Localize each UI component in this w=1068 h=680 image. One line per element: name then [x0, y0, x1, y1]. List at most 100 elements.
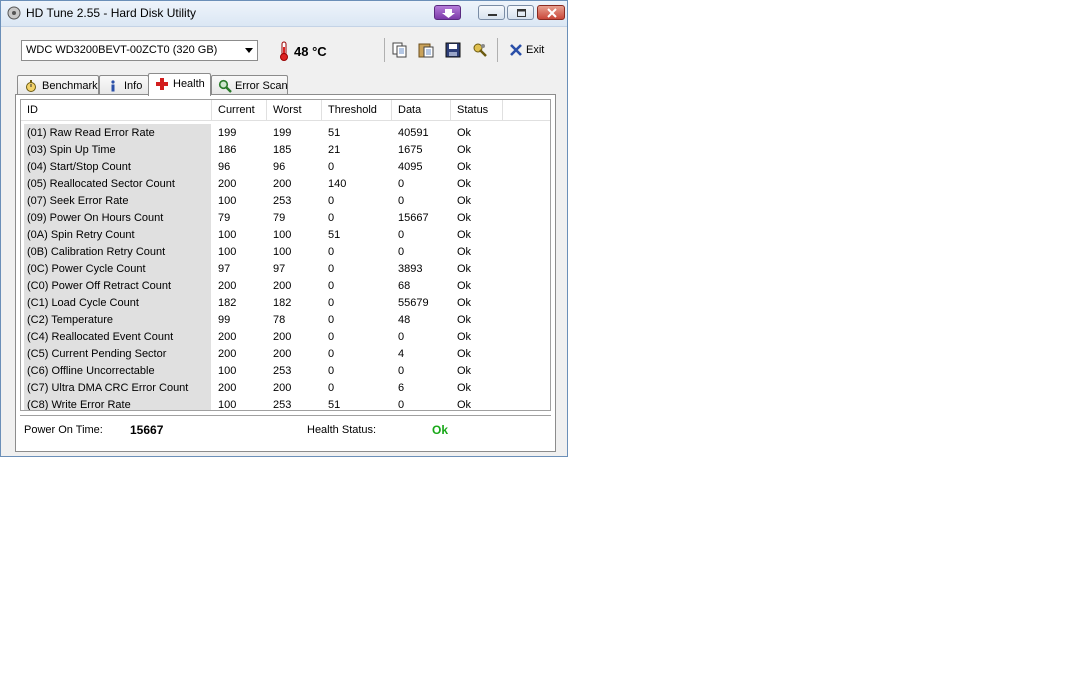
- temperature-readout: 48 °C: [294, 44, 327, 59]
- smart-table[interactable]: ID Current Worst Threshold Data Status (…: [20, 99, 551, 411]
- cell-id: (07) Seek Error Rate: [27, 195, 129, 207]
- cell-threshold: 0: [328, 314, 335, 326]
- column-header-threshold[interactable]: Threshold: [322, 100, 392, 120]
- table-row[interactable]: (03) Spin Up Time 186 185 21 1675 Ok: [21, 142, 550, 159]
- table-row[interactable]: (C4) Reallocated Event Count 200 200 0 0 Ok: [21, 329, 550, 346]
- table-row[interactable]: (01) Raw Read Error Rate 199 199 51 40591 Ok: [21, 125, 550, 142]
- table-row[interactable]: (C0) Power Off Retract Count 200 200 0 68 Ok: [21, 278, 550, 295]
- table-row[interactable]: (0A) Spin Retry Count 100 100 51 0 Ok: [21, 227, 550, 244]
- table-row[interactable]: (09) Power On Hours Count 79 79 0 15667 Ok: [21, 210, 550, 227]
- table-row[interactable]: (C6) Offline Uncorrectable 100 253 0 0 Ok: [21, 363, 550, 380]
- cell-data: 4095: [398, 161, 423, 173]
- cell-id: (C1) Load Cycle Count: [27, 297, 139, 309]
- cell-current: 186: [218, 144, 237, 156]
- column-header-current[interactable]: Current: [212, 100, 267, 120]
- exit-x-icon: [510, 44, 522, 56]
- table-row[interactable]: (C2) Temperature 99 78 0 48 Ok: [21, 312, 550, 329]
- cell-current: 200: [218, 348, 237, 360]
- cell-data: 0: [398, 229, 405, 241]
- cell-status: Ok: [457, 297, 472, 309]
- cell-current: 200: [218, 382, 237, 394]
- cell-current: 200: [218, 178, 237, 190]
- thermometer-icon: [280, 41, 288, 61]
- save-icon[interactable]: [444, 41, 462, 59]
- table-row[interactable]: (07) Seek Error Rate 100 253 0 0 Ok: [21, 193, 550, 210]
- cell-worst: 200: [273, 178, 292, 190]
- cell-current: 100: [218, 246, 237, 258]
- column-header-worst[interactable]: Worst: [267, 100, 322, 120]
- cell-worst: 100: [273, 246, 292, 258]
- tab-health[interactable]: Health: [148, 73, 211, 96]
- power-on-time-label: Power On Time:: [24, 424, 103, 436]
- cell-data: 0: [398, 365, 405, 377]
- cell-current: 182: [218, 297, 237, 309]
- cell-data: 15667: [398, 212, 429, 224]
- cell-status: Ok: [457, 382, 472, 394]
- tab-benchmark[interactable]: Benchmark: [17, 75, 99, 95]
- cell-worst: 200: [273, 382, 292, 394]
- tab-error-scan[interactable]: Error Scan: [211, 75, 288, 95]
- cell-id: (01) Raw Read Error Rate: [27, 127, 155, 139]
- paste-icon[interactable]: [417, 41, 435, 59]
- cell-data: 48: [398, 314, 411, 326]
- table-row[interactable]: (C7) Ultra DMA CRC Error Count 200 200 0 6 Ok: [21, 380, 550, 397]
- drive-select[interactable]: WDC WD3200BEVT-00ZCT0 (320 GB): [21, 40, 258, 61]
- table-row[interactable]: (04) Start/Stop Count 96 96 0 4095 Ok: [21, 159, 550, 176]
- cell-id: (C6) Offline Uncorrectable: [27, 365, 155, 377]
- cell-data: 0: [398, 178, 405, 190]
- toolbar-separator: [384, 38, 385, 62]
- cell-status: Ok: [457, 229, 472, 241]
- cell-data: 3893: [398, 263, 423, 275]
- table-row[interactable]: (0C) Power Cycle Count 97 97 0 3893 Ok: [21, 261, 550, 278]
- power-on-time-value: 15667: [130, 423, 164, 437]
- cell-threshold: 0: [328, 297, 335, 309]
- cell-data: 68: [398, 280, 411, 292]
- cell-worst: 199: [273, 127, 292, 139]
- chevron-down-icon[interactable]: [245, 48, 253, 53]
- column-header-status[interactable]: Status: [451, 100, 503, 120]
- table-row[interactable]: (C8) Write Error Rate 100 253 51 0 Ok: [21, 397, 550, 411]
- cell-status: Ok: [457, 399, 472, 411]
- cell-current: 200: [218, 331, 237, 343]
- close-button[interactable]: [537, 5, 565, 20]
- minimize-icon: [488, 14, 497, 16]
- tab-info[interactable]: Info: [99, 75, 149, 95]
- cell-status: Ok: [457, 127, 472, 139]
- cell-threshold: 0: [328, 348, 335, 360]
- close-icon: [547, 8, 557, 18]
- cell-status: Ok: [457, 331, 472, 343]
- maximize-icon: [517, 9, 526, 17]
- cell-worst: 200: [273, 331, 292, 343]
- cell-current: 100: [218, 399, 237, 411]
- cell-status: Ok: [457, 178, 472, 190]
- cell-status: Ok: [457, 246, 472, 258]
- minimize-button[interactable]: [478, 5, 505, 20]
- cell-id: (C8) Write Error Rate: [27, 399, 131, 411]
- cell-data: 0: [398, 246, 405, 258]
- cell-threshold: 140: [328, 178, 347, 190]
- column-header-data[interactable]: Data: [392, 100, 451, 120]
- download-button[interactable]: [434, 5, 461, 20]
- cell-current: 96: [218, 161, 231, 173]
- cell-worst: 185: [273, 144, 292, 156]
- cell-current: 97: [218, 263, 231, 275]
- cell-data: 0: [398, 195, 405, 207]
- cell-id: (04) Start/Stop Count: [27, 161, 131, 173]
- cell-id: (05) Reallocated Sector Count: [27, 178, 175, 190]
- cell-id: (C0) Power Off Retract Count: [27, 280, 172, 292]
- column-header-id[interactable]: ID: [21, 100, 212, 120]
- maximize-button[interactable]: [507, 5, 534, 20]
- cell-status: Ok: [457, 212, 472, 224]
- table-row[interactable]: (C5) Current Pending Sector 200 200 0 4 Ok: [21, 346, 550, 363]
- cell-data: 1675: [398, 144, 423, 156]
- app-icon: [7, 6, 21, 20]
- cell-worst: 78: [273, 314, 286, 326]
- copy-icon[interactable]: [391, 41, 409, 59]
- cell-current: 79: [218, 212, 231, 224]
- options-icon[interactable]: [471, 41, 489, 59]
- table-row[interactable]: (C1) Load Cycle Count 182 182 0 55679 Ok: [21, 295, 550, 312]
- table-row[interactable]: (05) Reallocated Sector Count 200 200 140 0 O…: [21, 176, 550, 193]
- title-bar[interactable]: HD Tune 2.55 - Hard Disk Utility: [1, 1, 567, 27]
- table-row[interactable]: (0B) Calibration Retry Count 100 100 0 0 Ok: [21, 244, 550, 261]
- cell-id: (0C) Power Cycle Count: [27, 263, 146, 275]
